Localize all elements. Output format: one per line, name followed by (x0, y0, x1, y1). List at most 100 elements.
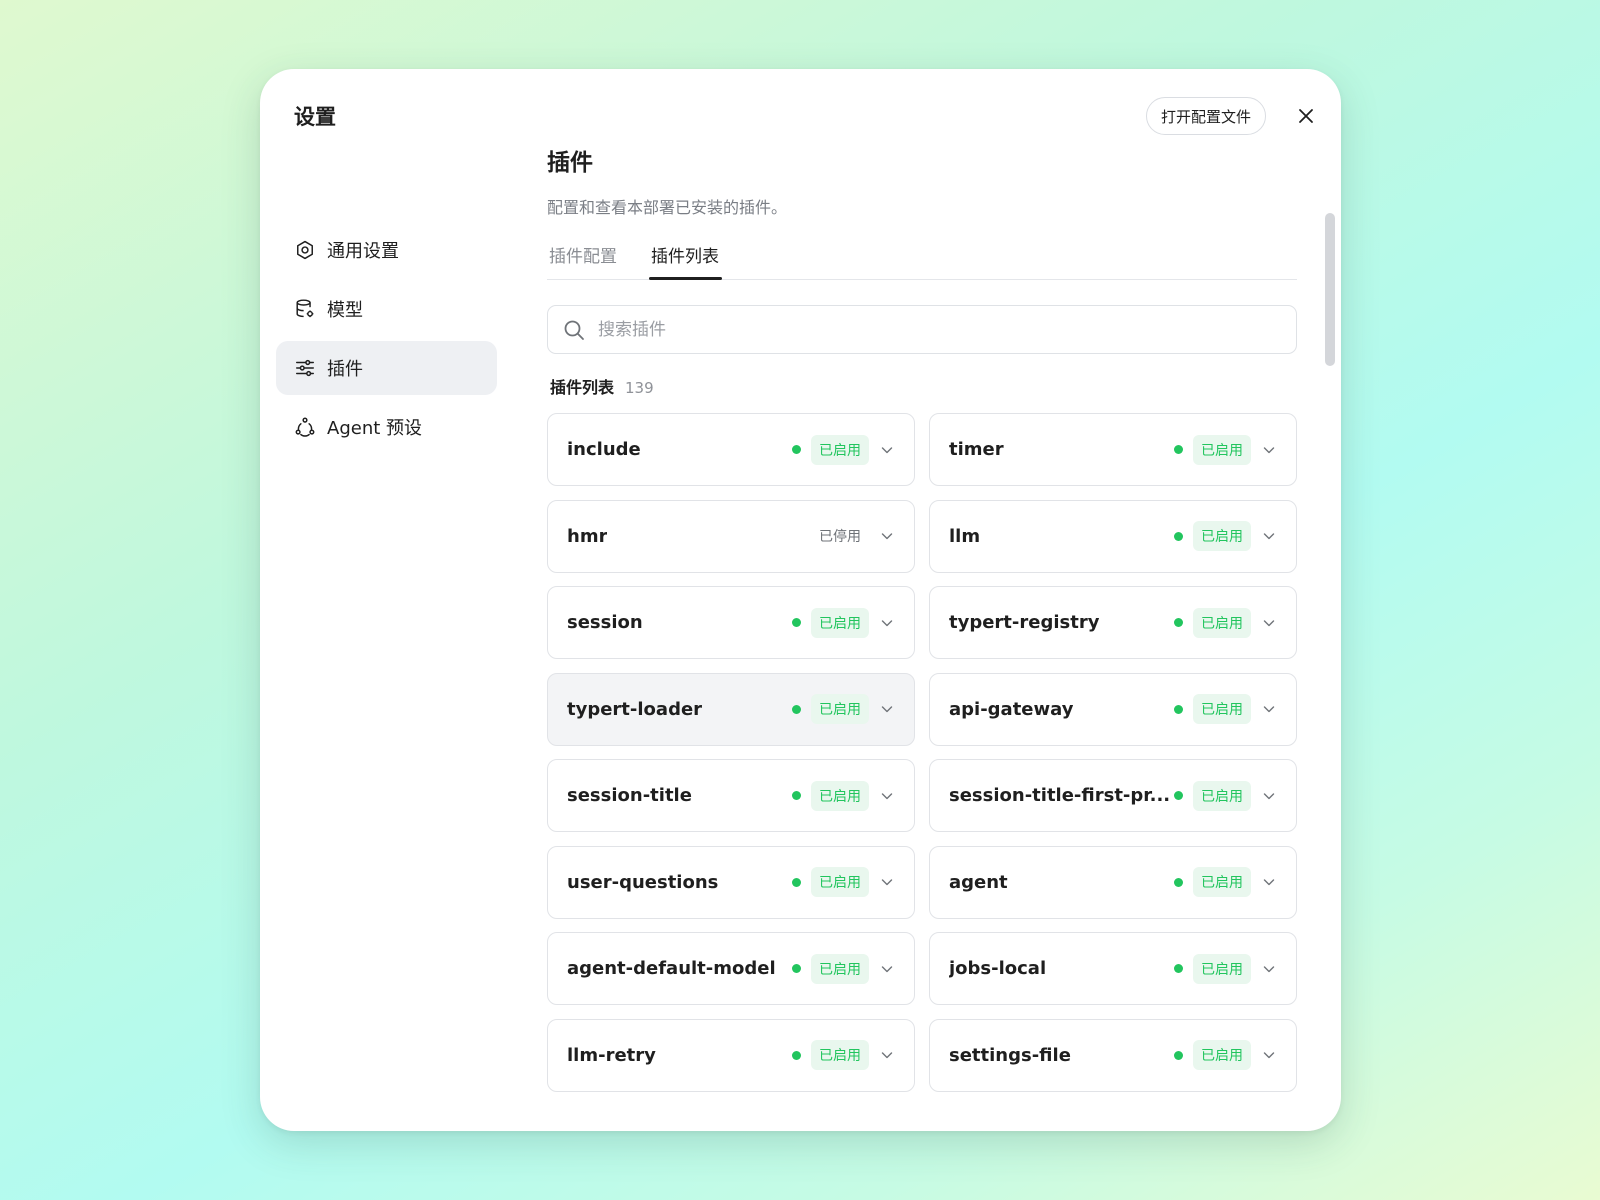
plugin-status: 已启用 (792, 780, 869, 811)
plugin-status: 已启用 (1174, 521, 1251, 551)
plugin-card[interactable]: agent-default-model 已启用 (547, 932, 915, 1005)
plugin-name: agent-default-model (567, 958, 776, 979)
sidebar-item-models[interactable]: 模型 (276, 282, 497, 336)
plugin-card[interactable]: agent 已启用 (929, 845, 1297, 919)
plugin-status: 已启用 (792, 953, 869, 984)
chevron-down-icon[interactable] (880, 875, 894, 889)
plugin-status: 已停用 (811, 521, 869, 551)
plugin-card[interactable]: jobs-local 已启用 (929, 932, 1297, 1005)
chevron-down-icon[interactable] (880, 702, 894, 716)
plugin-status: 已启用 (1174, 607, 1251, 638)
search-input[interactable] (598, 319, 1296, 340)
plugin-status: 已启用 (1174, 694, 1251, 724)
plugin-name: llm-retry (567, 1044, 656, 1066)
plugin-card[interactable]: llm-retry 已启用 (547, 1018, 915, 1092)
sidebar-item-plugins[interactable]: 插件 (276, 341, 497, 395)
tab-plugin-list[interactable]: 插件列表 (651, 242, 719, 267)
status-dot (1174, 1050, 1183, 1060)
status-badge: 已启用 (811, 780, 869, 811)
tab-plugin-config[interactable]: 插件配置 (549, 242, 617, 267)
sidebar-nav: 通用设置 模型 插件 Agent 预设 (276, 223, 497, 459)
plugin-name: include (567, 439, 641, 460)
plugin-card[interactable]: session-title-first-pr... 已启用 (929, 759, 1297, 832)
database-icon (294, 298, 316, 320)
plugin-status: 已启用 (1174, 434, 1251, 465)
status-dot (1174, 618, 1183, 627)
plugin-list-label: 插件列表 (550, 378, 615, 397)
gear-icon (294, 239, 316, 261)
chevron-down-icon[interactable] (880, 962, 894, 976)
plugin-card[interactable]: llm 已启用 (929, 499, 1297, 573)
chevron-down-icon[interactable] (1262, 616, 1276, 630)
plugin-card[interactable]: include 已启用 (547, 413, 915, 486)
status-badge: 已启用 (1193, 607, 1251, 638)
chevron-down-icon[interactable] (880, 443, 894, 457)
chevron-down-icon[interactable] (1262, 529, 1276, 543)
status-badge: 已启用 (811, 867, 869, 897)
scrollbar-thumb[interactable] (1325, 213, 1335, 366)
status-dot (792, 618, 801, 627)
sidebar-item-agent-presets[interactable]: Agent 预设 (276, 400, 497, 454)
status-badge: 已启用 (1193, 521, 1251, 551)
status-dot (1174, 877, 1183, 887)
chevron-down-icon[interactable] (1262, 443, 1276, 457)
status-badge: 已启用 (1193, 953, 1251, 984)
plugin-list-header: 插件列表 139 (550, 374, 654, 398)
plugin-card[interactable]: user-questions 已启用 (547, 845, 915, 919)
chevron-down-icon[interactable] (1262, 875, 1276, 889)
plugin-card[interactable]: settings-file 已启用 (929, 1018, 1297, 1092)
tab-bar: 插件配置 插件列表 (547, 232, 1297, 280)
sidebar-item-label: Agent 预设 (327, 418, 423, 439)
close-icon (1299, 109, 1313, 123)
status-dot (792, 445, 801, 454)
chevron-down-icon[interactable] (1262, 702, 1276, 716)
status-badge: 已停用 (819, 529, 861, 545)
plugin-name: jobs-local (949, 958, 1047, 979)
plugin-name: typert-registry (949, 612, 1100, 633)
status-dot (1174, 445, 1183, 454)
plugin-name: timer (949, 439, 1004, 460)
status-dot (1174, 704, 1183, 714)
status-dot (1174, 791, 1183, 800)
plugin-name: agent (949, 871, 1008, 893)
plugin-card[interactable]: hmr 已停用 (547, 499, 915, 573)
chevron-down-icon[interactable] (1262, 1048, 1276, 1062)
status-badge: 已启用 (1193, 780, 1251, 811)
plugin-name: session (567, 612, 643, 633)
status-badge: 已启用 (811, 1040, 869, 1070)
active-tab-indicator (649, 277, 722, 280)
chevron-down-icon[interactable] (880, 1048, 894, 1062)
plugin-card[interactable]: api-gateway 已启用 (929, 672, 1297, 746)
plugin-name: session-title-first-pr... (949, 785, 1171, 806)
plugin-card[interactable]: timer 已启用 (929, 413, 1297, 486)
plugin-name: user-questions (567, 871, 719, 893)
chevron-down-icon[interactable] (880, 616, 894, 630)
sidebar-item-general[interactable]: 通用设置 (276, 223, 497, 277)
status-badge: 已启用 (1193, 1040, 1251, 1070)
status-badge: 已启用 (811, 953, 869, 984)
status-badge: 已启用 (811, 694, 869, 724)
chevron-down-icon[interactable] (1262, 789, 1276, 803)
status-badge: 已启用 (1193, 434, 1251, 465)
plugin-status: 已启用 (792, 867, 869, 897)
status-badge: 已启用 (1193, 694, 1251, 724)
status-dot (792, 964, 801, 973)
status-dot (1174, 964, 1183, 973)
chevron-down-icon[interactable] (1262, 962, 1276, 976)
plugin-name: session-title (567, 785, 692, 806)
status-dot (1174, 531, 1183, 541)
search-box[interactable] (547, 305, 1297, 354)
main-content: 插件 配置和查看本部署已安装的插件。 插件配置 插件列表 插件列表 139 in… (547, 69, 1297, 1131)
chevron-down-icon[interactable] (880, 529, 894, 543)
plugin-status: 已启用 (792, 607, 869, 638)
plugin-status: 已启用 (1174, 953, 1251, 984)
plugin-card[interactable]: session-title 已启用 (547, 759, 915, 832)
settings-title: 设置 (294, 105, 336, 129)
plugin-card[interactable]: session 已启用 (547, 586, 915, 659)
plugin-card[interactable]: typert-loader 已启用 (547, 672, 915, 746)
plugin-card[interactable]: typert-registry 已启用 (929, 586, 1297, 659)
sidebar: 设置 通用设置 模型 插件 Agent 预设 (260, 69, 510, 1131)
chevron-down-icon[interactable] (880, 789, 894, 803)
scrollbar[interactable] (1325, 141, 1335, 1101)
plugin-status: 已启用 (792, 1040, 869, 1070)
